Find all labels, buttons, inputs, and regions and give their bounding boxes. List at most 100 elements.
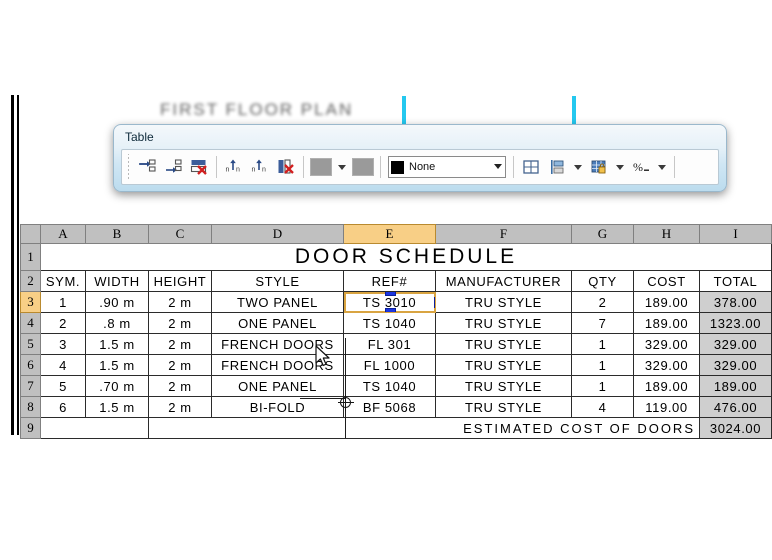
cell-f7[interactable]: TRU STYLE — [435, 375, 572, 397]
header-cell-height[interactable]: HEIGHT — [148, 270, 212, 292]
cell-g6[interactable]: 1 — [571, 354, 634, 376]
delete-column-button[interactable] — [273, 154, 299, 180]
row-header-4[interactable]: 4 — [20, 312, 41, 334]
cell-i3[interactable]: 378.00 — [699, 291, 772, 313]
row-header-2[interactable]: 2 — [20, 270, 41, 292]
row-header-5[interactable]: 5 — [20, 333, 41, 355]
cell-d4[interactable]: ONE PANEL — [211, 312, 344, 334]
column-header-h[interactable]: H — [633, 224, 700, 244]
cell-b3[interactable]: .90 m — [85, 291, 149, 313]
cell-b7[interactable]: .70 m — [85, 375, 149, 397]
cell-h5[interactable]: 329.00 — [633, 333, 700, 355]
header-cell-width[interactable]: WIDTH — [85, 270, 149, 292]
data-format-button[interactable]: % — [628, 154, 654, 180]
selection-grip-top[interactable] — [384, 292, 396, 296]
summary-blank-left[interactable] — [40, 417, 149, 439]
cell-c7[interactable]: 2 m — [148, 375, 212, 397]
cell-border-color-button[interactable] — [352, 158, 374, 176]
column-header-a[interactable]: A — [40, 224, 86, 244]
cell-background-color-button[interactable] — [310, 158, 332, 176]
cell-c6[interactable]: 2 m — [148, 354, 212, 376]
cell-b5[interactable]: 1.5 m — [85, 333, 149, 355]
cell-f5[interactable]: TRU STYLE — [435, 333, 572, 355]
row-header-3[interactable]: 3 — [20, 291, 41, 313]
cell-h8[interactable]: 119.00 — [633, 396, 700, 418]
cell-d8[interactable]: BI-FOLD — [211, 396, 344, 418]
cell-d7[interactable]: ONE PANEL — [211, 375, 344, 397]
cell-b6[interactable]: 1.5 m — [85, 354, 149, 376]
selected-cell-e3[interactable]: TS 3010 — [343, 291, 436, 313]
insert-column-right-button[interactable]: n n — [247, 154, 273, 180]
cell-f8[interactable]: TRU STYLE — [435, 396, 572, 418]
cell-g5[interactable]: 1 — [571, 333, 634, 355]
cell-i5[interactable]: 329.00 — [699, 333, 772, 355]
cell-g7[interactable]: 1 — [571, 375, 634, 397]
cell-i6[interactable]: 329.00 — [699, 354, 772, 376]
header-cell-qty[interactable]: QTY — [571, 270, 634, 292]
cell-h7[interactable]: 189.00 — [633, 375, 700, 397]
delete-row-button[interactable] — [186, 154, 212, 180]
cell-i8[interactable]: 476.00 — [699, 396, 772, 418]
cell-e6[interactable]: FL 1000 — [343, 354, 436, 376]
cell-a5[interactable]: 3 — [40, 333, 86, 355]
cell-c4[interactable]: 2 m — [148, 312, 212, 334]
row-header-8[interactable]: 8 — [20, 396, 41, 418]
column-header-e[interactable]: E — [343, 224, 436, 244]
cell-f3[interactable]: TRU STYLE — [435, 291, 572, 313]
summary-value-cell[interactable]: 3024.00 — [699, 417, 772, 439]
cell-c3[interactable]: 2 m — [148, 291, 212, 313]
cell-f6[interactable]: TRU STYLE — [435, 354, 572, 376]
cell-c8[interactable]: 2 m — [148, 396, 212, 418]
insert-row-above-button[interactable] — [134, 154, 160, 180]
row-header-7[interactable]: 7 — [20, 375, 41, 397]
cell-e8[interactable]: BF 5068 — [343, 396, 436, 418]
header-cell-sym[interactable]: SYM. — [40, 270, 86, 292]
cell-a6[interactable]: 4 — [40, 354, 86, 376]
cell-b4[interactable]: .8 m — [85, 312, 149, 334]
column-header-c[interactable]: C — [148, 224, 212, 244]
cell-g8[interactable]: 4 — [571, 396, 634, 418]
cell-d3[interactable]: TWO PANEL — [211, 291, 344, 313]
cell-linetype-combo[interactable]: None — [388, 156, 506, 178]
selection-grip-bottom[interactable] — [384, 308, 396, 312]
cell-a3[interactable]: 1 — [40, 291, 86, 313]
cell-a7[interactable]: 5 — [40, 375, 86, 397]
toolbar-drag-handle[interactable] — [125, 154, 132, 180]
cell-i7[interactable]: 189.00 — [699, 375, 772, 397]
cell-alignment-button[interactable] — [544, 154, 570, 180]
cell-e4[interactable]: TS 1040 — [343, 312, 436, 334]
row-header-1[interactable]: 1 — [20, 243, 41, 271]
column-header-f[interactable]: F — [435, 224, 572, 244]
header-cell-ref[interactable]: REF# — [343, 270, 436, 292]
column-header-g[interactable]: G — [571, 224, 634, 244]
cell-g4[interactable]: 7 — [571, 312, 634, 334]
header-cell-cost[interactable]: COST — [633, 270, 700, 292]
cell-locking-dropdown-icon[interactable] — [616, 164, 624, 170]
header-cell-total[interactable]: TOTAL — [699, 270, 772, 292]
insert-row-below-button[interactable] — [160, 154, 186, 180]
header-cell-manufacturer[interactable]: MANUFACTURER — [435, 270, 572, 292]
schedule-title-cell[interactable]: DOOR SCHEDULE — [40, 243, 772, 271]
cell-a8[interactable]: 6 — [40, 396, 86, 418]
summary-label-cell[interactable]: ESTIMATED COST OF DOORS — [148, 417, 700, 439]
column-header-b[interactable]: B — [85, 224, 149, 244]
cell-i4[interactable]: 1323.00 — [699, 312, 772, 334]
cell-locking-button[interactable] — [586, 154, 612, 180]
cell-h6[interactable]: 329.00 — [633, 354, 700, 376]
insert-column-left-button[interactable]: n n — [221, 154, 247, 180]
cell-f4[interactable]: TRU STYLE — [435, 312, 572, 334]
cell-h3[interactable]: 189.00 — [633, 291, 700, 313]
header-cell-style[interactable]: STYLE — [211, 270, 344, 292]
cell-a4[interactable]: 2 — [40, 312, 86, 334]
cell-background-color-dropdown-icon[interactable] — [338, 164, 346, 170]
cell-b8[interactable]: 1.5 m — [85, 396, 149, 418]
row-header-9[interactable]: 9 — [20, 417, 41, 439]
row-header-6[interactable]: 6 — [20, 354, 41, 376]
cell-e5[interactable]: FL 301 — [343, 333, 436, 355]
column-header-d[interactable]: D — [211, 224, 344, 244]
cell-e7[interactable]: TS 1040 — [343, 375, 436, 397]
spreadsheet[interactable]: A B C D E F G H I 1 DOOR SCHEDULE 2 SYM.… — [20, 224, 772, 439]
table-toolbar[interactable]: Table n n n n None % — [113, 124, 727, 192]
data-format-dropdown-icon[interactable] — [658, 164, 666, 170]
cell-alignment-dropdown-icon[interactable] — [574, 164, 582, 170]
